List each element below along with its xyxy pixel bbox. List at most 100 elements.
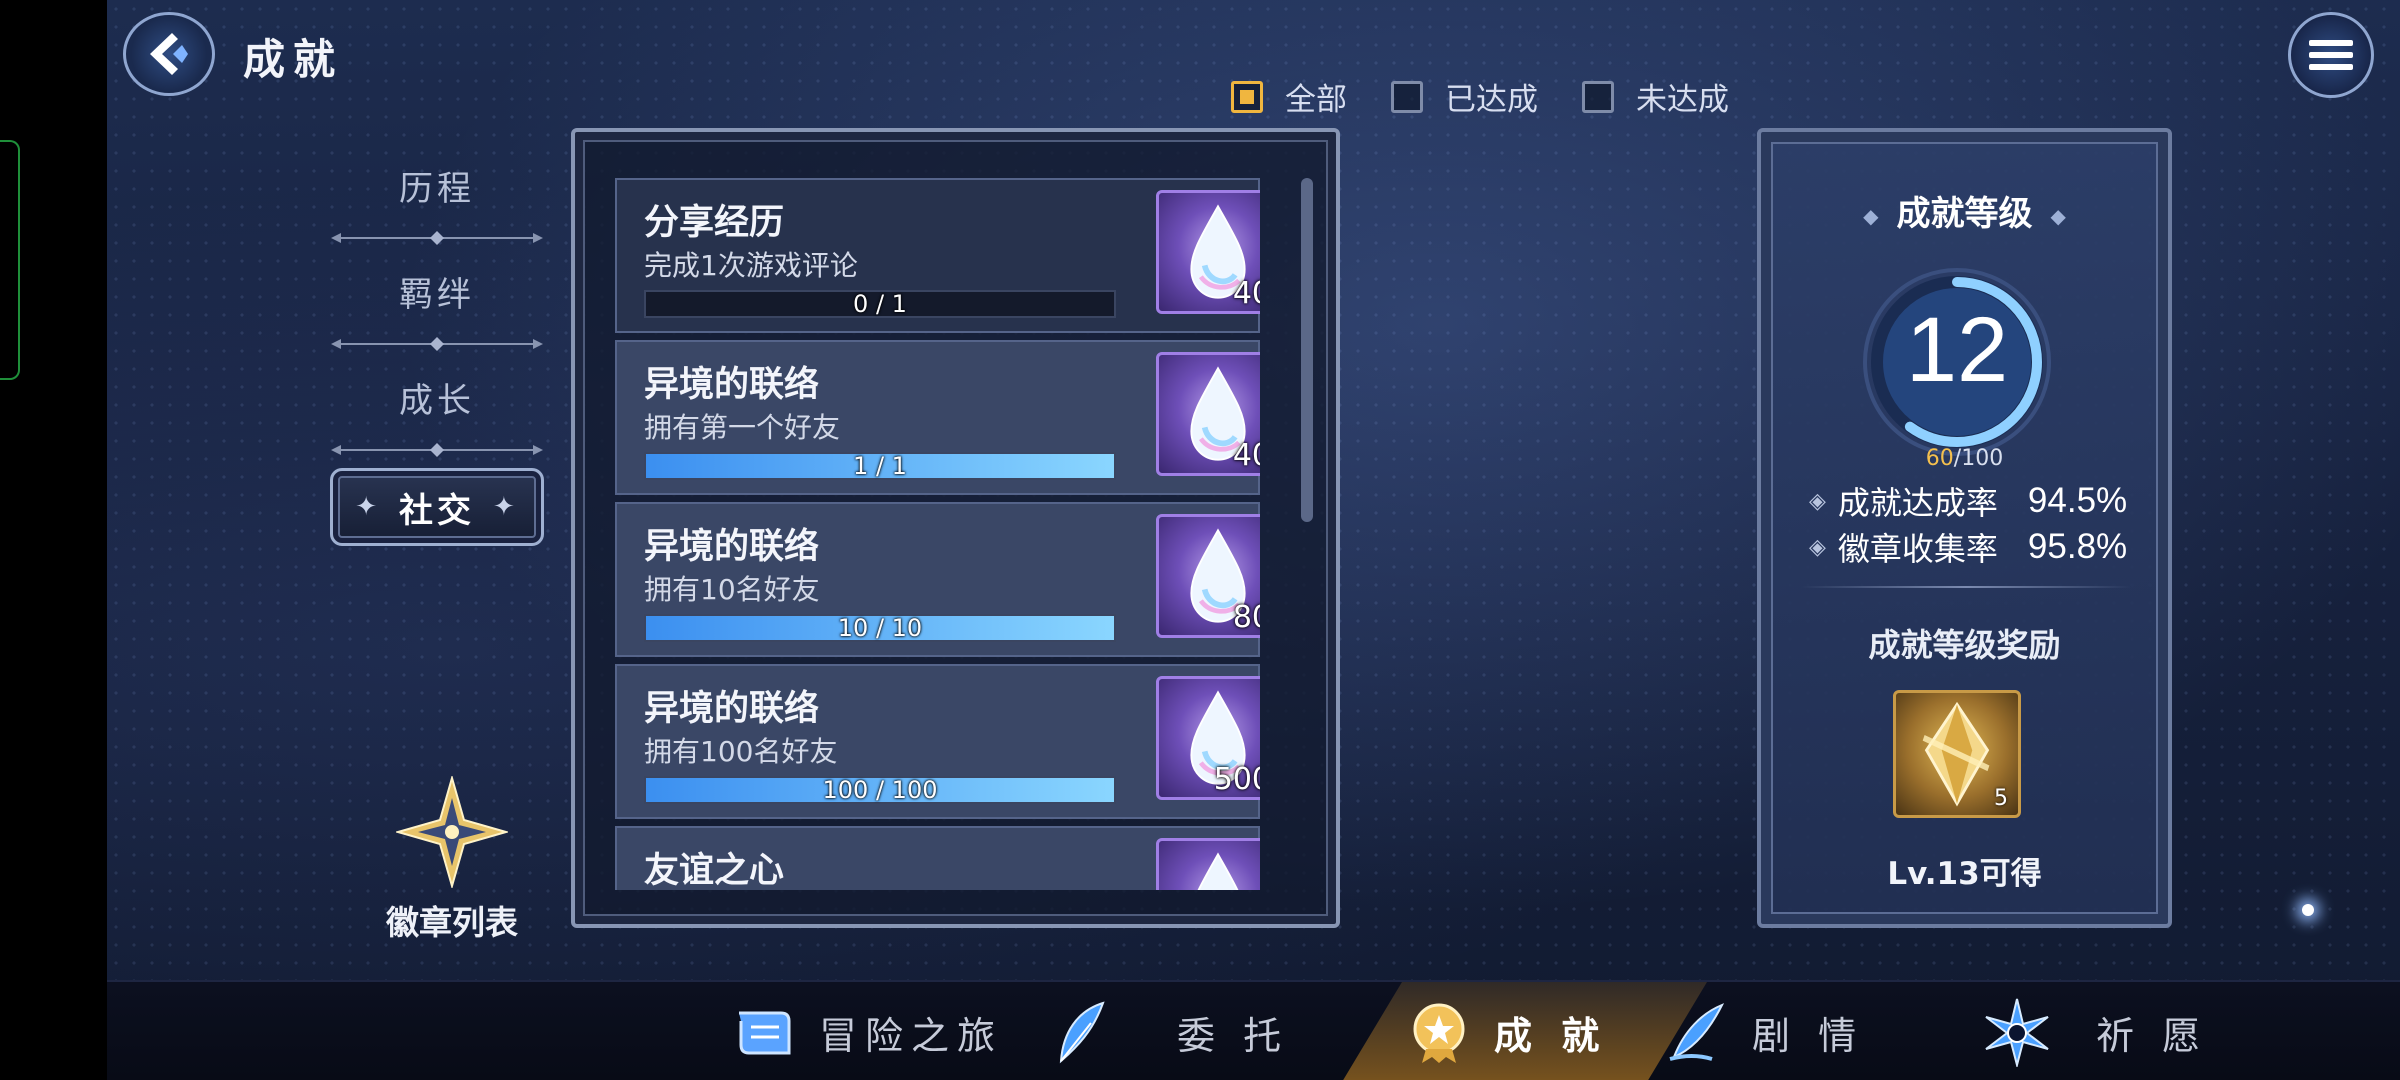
sparkle-icon xyxy=(2302,904,2314,916)
filter-label: 全部 xyxy=(1285,82,1347,118)
hamburger-icon xyxy=(2309,34,2353,76)
achievement-row: 异境的联络 拥有10名好友 10 / 10 80 xyxy=(615,502,1260,657)
category-history[interactable]: 历程 xyxy=(327,150,547,220)
sparkle-icon: ✦ xyxy=(493,492,519,522)
category-label: 成长 xyxy=(399,380,475,421)
list-scrollbar[interactable] xyxy=(1301,178,1313,522)
progress-bar: 10 / 10 xyxy=(644,614,1116,642)
achievement-desc: 完成1次游戏评论 xyxy=(644,249,858,282)
progress-bar: 100 / 100 xyxy=(644,776,1116,804)
achievement-title: 异境的联络 xyxy=(644,689,820,729)
reward-item[interactable] xyxy=(1156,838,1260,890)
reward-count: 40 xyxy=(1232,438,1260,473)
medal-icon xyxy=(1404,997,1474,1067)
diamond-icon: ◆ xyxy=(1863,203,1879,228)
ornament-divider-icon xyxy=(331,337,543,351)
category-label: 社交 xyxy=(399,490,475,531)
achievement-title: 分享经历 xyxy=(644,203,785,243)
reward-count: 500 xyxy=(1213,762,1260,797)
panel-title-text: 成就等级 xyxy=(1896,194,2033,234)
rate-label: 成就达成率 xyxy=(1837,484,1998,522)
tab-label: 委 托 xyxy=(1177,1013,1290,1058)
screen: 成就 全部 已达成 未达成 历程 羁绊 成长 ✦ 社交 ✦ 徽章列表 分享经历 … xyxy=(0,0,2400,1080)
reward-count: 80 xyxy=(1232,600,1260,635)
filter-label: 已达成 xyxy=(1445,82,1538,118)
tab-commission[interactable]: 委 托 xyxy=(1047,982,1347,1080)
progress-text: 1 / 1 xyxy=(853,452,907,480)
filter-checkbox[interactable] xyxy=(1391,80,1423,113)
achievement-title: 异境的联络 xyxy=(644,365,820,405)
achievement-title: 异境的联络 xyxy=(644,527,820,567)
completion-rate: ◈ 成就达成率 94.5% xyxy=(1809,478,2139,524)
menu-button[interactable] xyxy=(2288,12,2374,98)
panel-title: ◆ 成就等级 ◆ xyxy=(1761,186,2168,235)
achievement-row: 异境的联络 拥有100名好友 100 / 100 500 xyxy=(615,664,1260,819)
xp-total: /100 xyxy=(1953,446,2004,471)
tab-label: 祈 愿 xyxy=(2096,1013,2209,1058)
category-nav: 历程 羁绊 成长 ✦ 社交 ✦ xyxy=(327,150,547,546)
category-growth[interactable]: 成长 xyxy=(327,362,547,432)
level-reward-unlock: Lv.13可得 xyxy=(1887,856,2042,892)
reward-item[interactable]: 80 xyxy=(1156,514,1260,638)
level-reward-title: 成就等级奖励 xyxy=(1868,626,2061,664)
edge-gesture-indicator xyxy=(0,140,20,380)
achievement-row: 异境的联络 拥有第一个好友 1 / 1 40 xyxy=(615,340,1260,495)
category-divider xyxy=(327,220,547,256)
tab-achievement[interactable]: 成 就 xyxy=(1342,982,1707,1080)
level-reward-item[interactable]: 5 xyxy=(1893,690,2021,818)
achievement-list-panel: 分享经历 完成1次游戏评论 0 / 1 40 前 往 xyxy=(571,128,1340,928)
category-bond[interactable]: 羁绊 xyxy=(327,256,547,326)
filter-checkbox[interactable] xyxy=(1231,80,1263,113)
filter-achieved[interactable]: 已达成 xyxy=(1391,74,1538,119)
achievement-desc: 拥有10名好友 xyxy=(644,573,820,606)
filter-unachieved[interactable]: 未达成 xyxy=(1582,74,1729,119)
achievement-title: 友谊之心 xyxy=(644,851,785,890)
category-social[interactable]: ✦ 社交 ✦ xyxy=(330,468,544,546)
bottom-nav: 冒险之旅 委 托 成 就 剧 情 祈 愿 xyxy=(107,980,2400,1080)
sparkle-icon: ✦ xyxy=(355,492,381,522)
back-button[interactable] xyxy=(123,12,215,96)
progress-text: 100 / 100 xyxy=(822,776,938,804)
rate-value: 95.8% xyxy=(2027,527,2128,566)
ornament-divider-icon xyxy=(331,443,543,457)
level-xp: 60/100 xyxy=(1761,446,2168,471)
page-title: 成就 xyxy=(243,35,344,84)
tab-adventure[interactable]: 冒险之旅 xyxy=(729,982,1059,1080)
badge-list-label: 徽章列表 xyxy=(386,903,518,942)
achievement-row: 友谊之心 xyxy=(615,826,1260,890)
progress-bar: 1 / 1 xyxy=(644,452,1116,480)
diamond-icon: ◈ xyxy=(1809,488,1826,514)
progress-bar: 0 / 1 xyxy=(644,290,1116,318)
achievement-row: 分享经历 完成1次游戏评论 0 / 1 40 前 往 xyxy=(615,178,1260,333)
badge-collection-rate: ◈ 徽章收集率 95.8% xyxy=(1809,524,2139,570)
starburst-icon xyxy=(1985,998,2049,1067)
reward-count: 40 xyxy=(1232,276,1260,311)
category-divider xyxy=(327,432,547,468)
tab-story[interactable]: 剧 情 xyxy=(1662,982,1962,1080)
xp-current: 60 xyxy=(1925,446,1954,471)
filter-checkbox[interactable] xyxy=(1582,80,1614,113)
reward-item[interactable]: 40 xyxy=(1156,190,1260,314)
reward-item[interactable]: 40 xyxy=(1156,352,1260,476)
reward-item[interactable]: 500 xyxy=(1156,676,1260,800)
achievement-desc: 拥有第一个好友 xyxy=(644,411,841,444)
achievement-level-panel: ◆ 成就等级 ◆ 12 60/100 ◈ 成就达成率 94.5% ◈ 徽章收集率 9… xyxy=(1757,128,2172,928)
divider xyxy=(1801,586,2131,588)
badge-list-button[interactable]: 徽章列表 xyxy=(357,774,547,944)
game-stage: 成就 全部 已达成 未达成 历程 羁绊 成长 ✦ 社交 ✦ 徽章列表 分享经历 … xyxy=(107,0,2400,1080)
filter-bar: 全部 已达成 未达成 xyxy=(1231,74,1729,119)
achievement-level: 12 xyxy=(1905,299,2009,401)
category-divider xyxy=(327,326,547,362)
crystal-drop-icon xyxy=(1197,852,1239,890)
filter-label: 未达成 xyxy=(1636,82,1729,118)
diamond-icon: ◈ xyxy=(1809,534,1826,560)
rate-value: 94.5% xyxy=(2027,481,2128,520)
achievement-desc: 拥有100名好友 xyxy=(644,735,838,768)
tab-wish[interactable]: 祈 愿 xyxy=(1982,982,2282,1080)
filter-all[interactable]: 全部 xyxy=(1231,74,1347,119)
achievement-list[interactable]: 分享经历 完成1次游戏评论 0 / 1 40 前 往 xyxy=(615,178,1260,890)
reward-count: 5 xyxy=(1994,786,2008,811)
scroll-icon xyxy=(739,1011,791,1055)
progress-text: 10 / 10 xyxy=(837,614,923,642)
category-label: 历程 xyxy=(399,168,475,209)
